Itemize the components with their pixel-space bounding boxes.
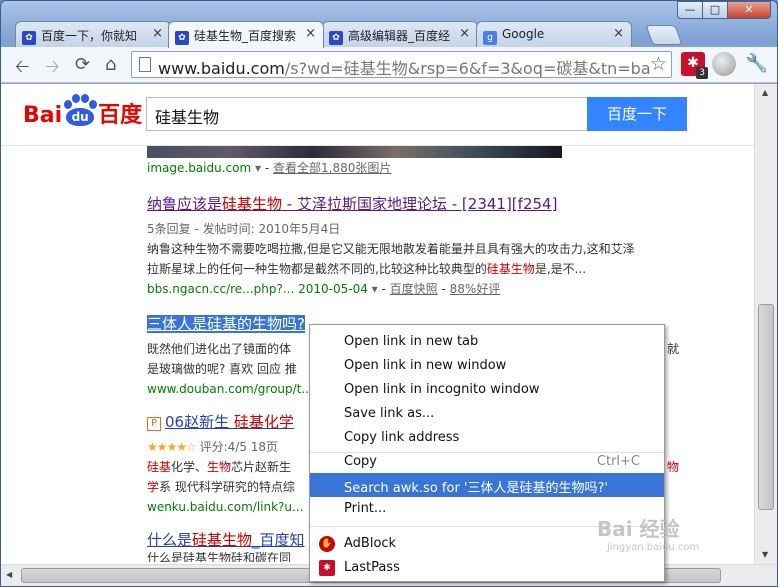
document-badge-icon: P (147, 417, 161, 431)
dropdown-arrow-icon[interactable]: ▾ (372, 282, 378, 296)
tab-label: 高级编辑器_百度经 (348, 29, 451, 43)
browser-window: — □ ✕ ✿ 百度一下，你就知 × ✿ 硅基生物_百度搜索 × ✿ 高级编辑器_百度经 ×… (0, 0, 778, 587)
shortcut-label: Ctrl+C (596, 454, 640, 469)
window-controls: — □ ✕ (677, 1, 771, 19)
result-snippet-tail: 就 (667, 342, 680, 356)
star-rating-icon: ★★★★☆ (147, 440, 197, 454)
scroll-thumb[interactable] (758, 304, 774, 510)
tab-label: 硅基生物_百度搜索 (194, 29, 297, 43)
tab-baidu-jingyan[interactable]: ✿ 高级编辑器_百度经 × (322, 21, 478, 47)
baidu-header: Bai du 百度 硅基生物 百度一下 (1, 84, 754, 146)
back-arrow-icon[interactable]: 🡠 (15, 54, 30, 84)
result-snippet: 什么是硅基生物硅和碳在同 (147, 552, 292, 562)
menu-item-copy[interactable]: Copy Ctrl+C (310, 450, 664, 474)
page-icon (139, 57, 151, 72)
result-snippet: 纳鲁这种生物不需要吃喝拉撒,但是它又能无限地散发着能量并且具有强大的攻击力,这和… (147, 242, 635, 256)
rating-link[interactable]: 88%好评 (450, 282, 501, 296)
result-url: www.douban.com/group/t... (147, 382, 313, 396)
menu-item-open-new-tab[interactable]: Open link in new tab (310, 330, 664, 354)
result-title-link[interactable]: 什么是硅基生物_百度知 (147, 531, 305, 549)
close-tab-icon[interactable]: × (613, 26, 624, 41)
result-item: P 06赵新生 硅基化学 (147, 412, 294, 433)
tab-label: Google (502, 27, 545, 41)
url-path: /s?wd=硅基生物&rsp=6&f=3&oq=碳基&tn=bai (284, 59, 656, 78)
menu-item-lastpass[interactable]: ✱ LastPass (310, 556, 664, 580)
baidu-logo[interactable]: Bai du 百度 (23, 94, 142, 130)
forward-arrow-icon[interactable]: 🡢 (45, 54, 60, 84)
baidu-paw-icon: ✿ (22, 31, 36, 45)
result-url: wenku.baidu.com/link?u... (147, 500, 304, 514)
result-url-line: bbs.ngacn.cc/re...php?... 2010-05-04 ▾ -… (147, 282, 501, 296)
menu-item-search-awk[interactable]: Search awk.so for '三体人是硅基的生物吗?' (310, 473, 664, 497)
menu-item-open-incognito[interactable]: Open link in incognito window (310, 378, 664, 402)
result-snippet: 硅基化学、生物芯片赵新生 (147, 460, 292, 474)
result-title-link[interactable]: 纳鲁应该是硅基生物 - 艾泽拉斯国家地理论坛 - [2341][f254] (147, 195, 557, 213)
google-icon: g (483, 31, 497, 45)
home-icon[interactable]: ⌂ (105, 54, 116, 75)
result-meta: 5条回复 - 发帖时间: 2010年5月4日 (147, 222, 341, 236)
menu-item-copy-link[interactable]: Copy link address (310, 426, 664, 450)
scroll-down-arrow-icon[interactable]: ▼ (762, 550, 768, 559)
lastpass-extension-icon[interactable]: ✱ 3 (681, 52, 708, 79)
tab-strip: ✿ 百度一下，你就知 × ✿ 硅基生物_百度搜索 × ✿ 高级编辑器_百度经 × g Goog… (15, 21, 715, 48)
image-site-url: image.baidu.com (147, 161, 252, 175)
view-all-images-link[interactable]: 查看全部1,880张图片 (273, 161, 391, 175)
baidu-paw-icon: du (62, 94, 98, 128)
result-rating: ★★★★☆ 评分:4/5 18页 (147, 440, 279, 454)
url-host: www.baidu.com (158, 59, 285, 78)
result-title-link[interactable]: 06赵新生 硅基化学 (165, 413, 294, 431)
wrench-menu-icon[interactable]: 🔧 (745, 52, 769, 76)
maximize-button[interactable]: □ (702, 1, 728, 19)
menu-item-save-link[interactable]: Save link as... (310, 402, 664, 426)
result-item: 三体人是硅基的生物吗? (147, 314, 305, 335)
browser-toolbar: 🡠 🡢 ⟳ ⌂ www.baidu.com/s?wd=硅基生物&rsp=6&f=… (1, 47, 777, 83)
close-window-button[interactable]: ✕ (727, 1, 771, 19)
scroll-left-arrow-icon[interactable]: ◀ (6, 570, 12, 579)
close-tab-icon[interactable]: × (152, 26, 163, 41)
result-item: 纳鲁应该是硅基生物 - 艾泽拉斯国家地理论坛 - [2341][f254] (147, 194, 557, 215)
result-snippet: 拉斯星球上的任何一种生物都是截然不同的,比较这种比较典型的硅基生物是,是不... (147, 262, 587, 276)
lastpass-badge: 3 (696, 67, 708, 79)
menu-item-open-new-window[interactable]: Open link in new window (310, 354, 664, 378)
adblock-icon: ✋ (319, 536, 335, 552)
reload-icon[interactable]: ⟳ (75, 54, 90, 75)
close-tab-icon[interactable]: × (459, 26, 470, 41)
image-thumbnail-strip[interactable] (147, 146, 562, 158)
search-button[interactable]: 百度一下 (587, 97, 687, 131)
lastpass-icon: ✱ (319, 560, 335, 576)
scroll-up-arrow-icon[interactable]: ▲ (762, 88, 768, 97)
result-title-link-selected[interactable]: 三体人是硅基的生物吗? (147, 315, 305, 333)
vertical-scrollbar[interactable]: ▲ ▼ (754, 84, 777, 564)
new-tab-button[interactable] (645, 25, 683, 45)
baidu-paw-icon: ✿ (329, 31, 343, 45)
result-item: 什么是硅基生物_百度知 (147, 530, 305, 551)
tab-search-results[interactable]: ✿ 硅基生物_百度搜索 × (168, 21, 324, 48)
result-snippet: 是玻璃做的呢? 喜欢 回应 推 (147, 362, 297, 376)
globe-extension-icon[interactable] (712, 52, 736, 76)
tab-label: 百度一下，你就知 (41, 29, 138, 43)
address-bar[interactable]: www.baidu.com/s?wd=硅基生物&rsp=6&f=3&oq=碳基&… (131, 51, 672, 78)
baidu-jingyan-watermark: Bai 经验 jingyan.baidu.com (597, 517, 700, 553)
bookmark-star-icon[interactable]: ☆ (649, 53, 667, 75)
tab-baidu-home[interactable]: ✿ 百度一下，你就知 × (15, 21, 171, 47)
result-url: bbs.ngacn.cc/re...php?... 2010-05-04 (147, 282, 368, 296)
baidu-paw-icon: ✿ (175, 31, 189, 45)
logo-text-left: Bai (23, 103, 63, 128)
dropdown-arrow-icon[interactable]: ▾ (255, 161, 261, 175)
close-tab-icon[interactable]: × (305, 26, 316, 41)
image-results-line: image.baidu.com ▾ - 查看全部1,880张图片 (147, 161, 392, 175)
logo-text-right: 百度 (98, 103, 143, 128)
result-snippet: 既然他们进化出了镜面的体 (147, 342, 292, 356)
result-snippet-tail: 物 (667, 460, 680, 474)
search-input[interactable]: 硅基生物 (146, 97, 588, 131)
tab-google[interactable]: g Google × (476, 21, 632, 47)
result-snippet: 学系 现代科学研究的特点综 (147, 480, 295, 494)
minimize-button[interactable]: — (677, 1, 703, 19)
cache-link[interactable]: 百度快照 (390, 282, 438, 296)
